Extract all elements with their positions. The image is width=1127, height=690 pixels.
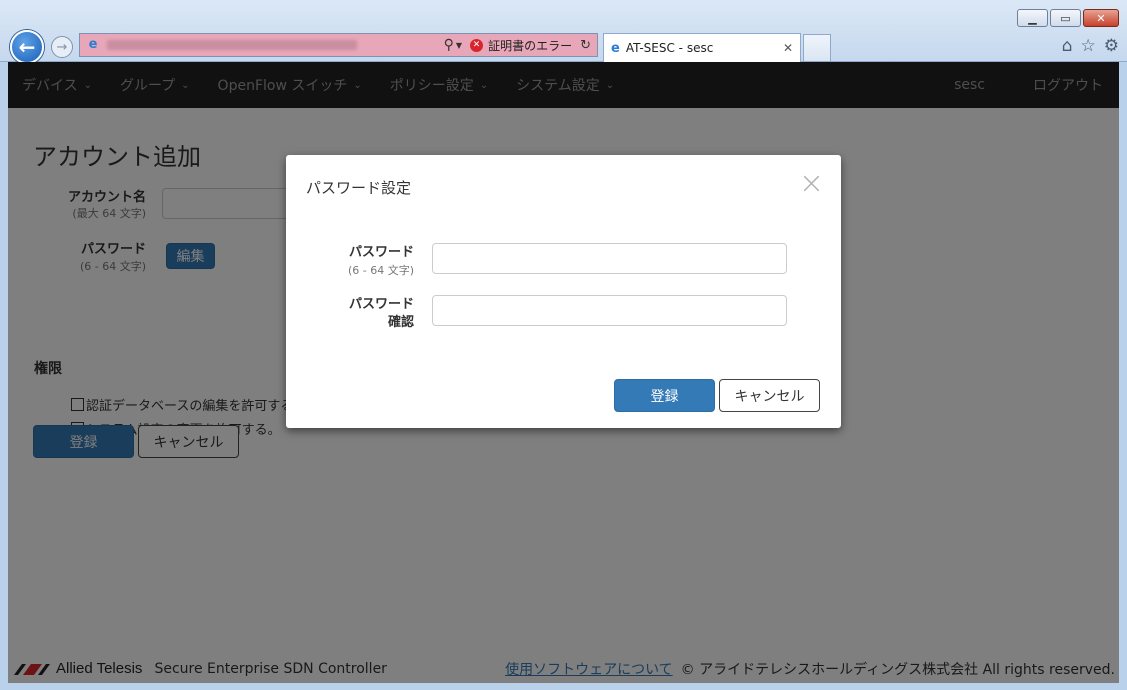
password-modal: パスワード設定 × パスワード (6 - 64 文字) パスワード 確認 登録 … <box>286 155 841 428</box>
cert-error-icon[interactable]: ✕ <box>470 38 484 52</box>
modal-register-button[interactable]: 登録 <box>614 379 715 412</box>
web-page: デバイス⌄ グループ⌄ OpenFlow スイッチ⌄ ポリシー設定⌄ システム設… <box>8 62 1119 683</box>
tab-close-icon[interactable]: ✕ <box>783 41 793 55</box>
back-button[interactable]: ← <box>10 30 44 64</box>
browser-tools: ⌂ ☆ ⚙ <box>1062 36 1119 56</box>
search-icon[interactable]: ⚲ <box>444 37 454 53</box>
star-icon[interactable]: ☆ <box>1081 36 1096 56</box>
close-window-button[interactable]: ✕ <box>1083 9 1119 27</box>
ie-page-icon: e <box>88 37 98 52</box>
forward-button[interactable]: → <box>51 36 73 58</box>
new-tab-button[interactable] <box>803 34 831 61</box>
modal-password-hint: (6 - 64 文字) <box>347 264 414 277</box>
window-controls: ▁ ▭ ✕ <box>1017 9 1119 27</box>
browser-tab[interactable]: e AT-SESC - sesc ✕ <box>603 33 801 62</box>
address-bar[interactable]: e ⚲ ▼ ✕ 証明書のエラー ↻ <box>79 33 598 57</box>
maximize-button[interactable]: ▭ <box>1050 9 1081 27</box>
modal-password-label: パスワード <box>348 245 414 260</box>
modal-confirm-label-2: 確認 <box>387 315 414 330</box>
refresh-icon[interactable]: ↻ <box>580 38 591 53</box>
browser-chrome: ▁ ▭ ✕ ← → e ⚲ ▼ ✕ 証明書のエラー ↻ e AT-SESC - … <box>0 0 1127 64</box>
url-text-redacted <box>107 40 357 50</box>
gear-icon[interactable]: ⚙ <box>1104 36 1119 56</box>
minimize-button[interactable]: ▁ <box>1017 9 1048 27</box>
arrow-right-icon: → <box>56 39 68 55</box>
home-icon[interactable]: ⌂ <box>1062 36 1073 56</box>
chevron-down-icon[interactable]: ▼ <box>456 41 462 50</box>
modal-password-input[interactable] <box>432 243 787 274</box>
modal-title: パスワード設定 <box>306 179 412 197</box>
maximize-icon: ▭ <box>1060 11 1071 25</box>
close-icon: ✕ <box>1096 11 1106 25</box>
modal-cancel-button[interactable]: キャンセル <box>719 379 820 412</box>
ie-tab-icon: e <box>611 40 620 56</box>
tab-title: AT-SESC - sesc <box>625 41 714 55</box>
arrow-left-icon: ← <box>18 35 36 59</box>
close-icon[interactable]: × <box>799 169 824 199</box>
cert-error-label[interactable]: 証明書のエラー <box>488 37 572 54</box>
modal-confirm-input[interactable] <box>432 295 787 326</box>
minimize-icon: ▁ <box>1028 11 1037 25</box>
modal-confirm-label-1: パスワード <box>348 297 414 312</box>
